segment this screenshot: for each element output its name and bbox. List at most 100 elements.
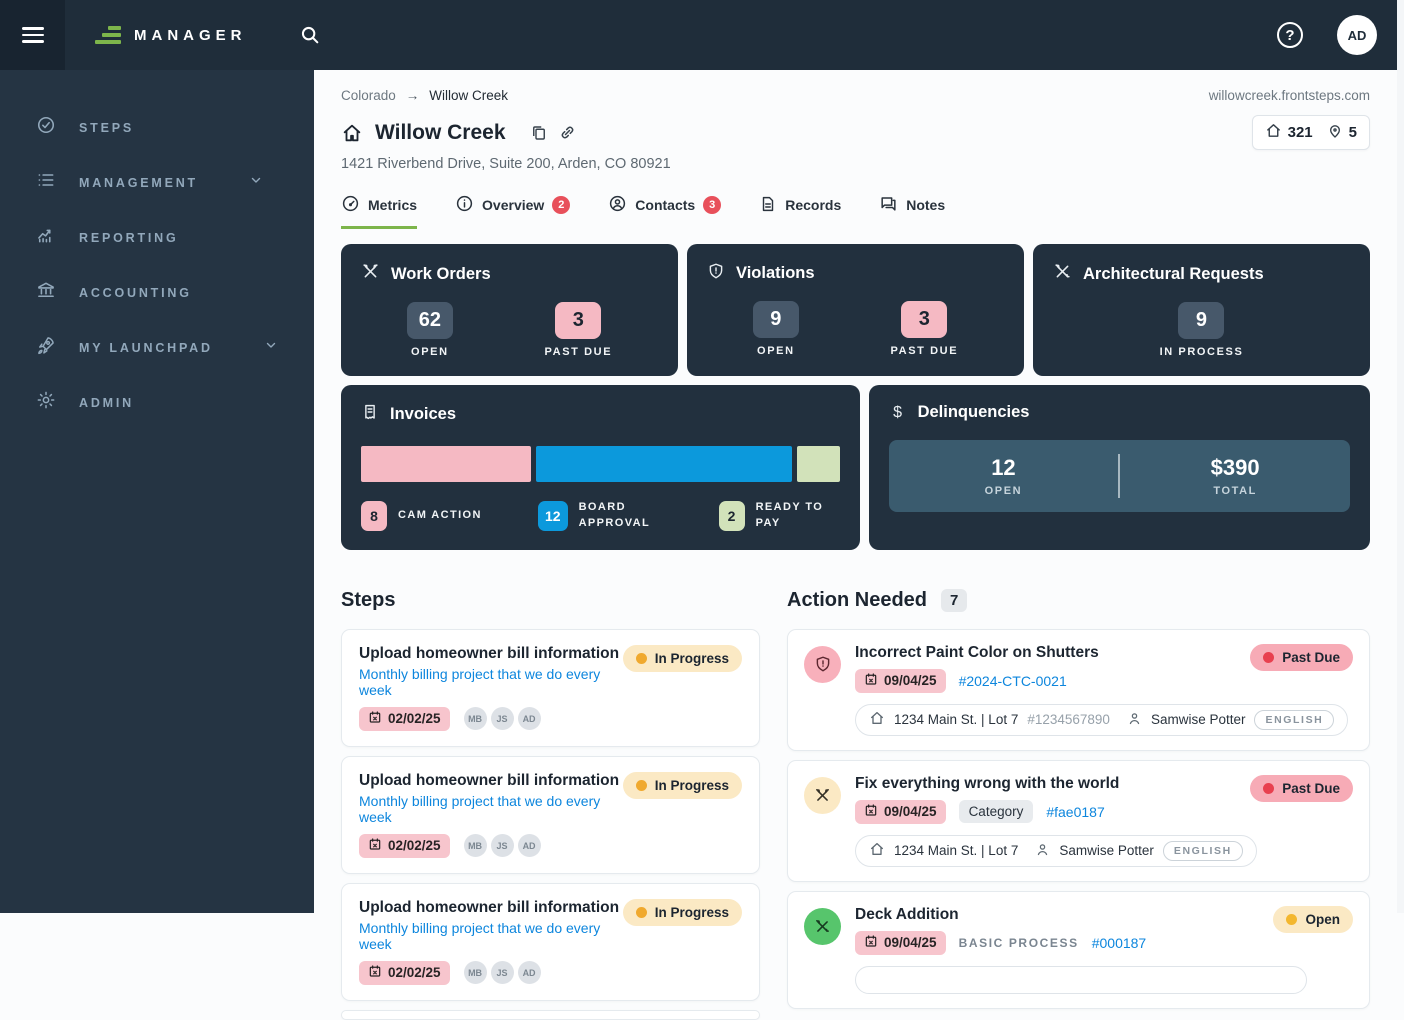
info-icon bbox=[455, 194, 474, 216]
action-card[interactable]: Fix everything wrong with the world 09/0… bbox=[787, 760, 1370, 882]
work-order-tools-icon bbox=[804, 777, 841, 814]
step-card[interactable]: Upload homeowner bill information Monthl… bbox=[341, 883, 760, 1001]
avatar: MB bbox=[464, 961, 487, 984]
delinquencies-panel: 12 OPEN $390 TOTAL bbox=[889, 440, 1350, 512]
person-name: Samwise Potter bbox=[1151, 712, 1246, 727]
calendar-icon bbox=[864, 803, 878, 820]
search-icon[interactable] bbox=[299, 24, 321, 46]
language-badge: ENGLISH bbox=[1254, 710, 1334, 730]
status-badge: In Progress bbox=[623, 899, 742, 926]
past-due-count: 3 bbox=[901, 301, 947, 338]
due-date-pill: 09/04/25 bbox=[855, 669, 946, 693]
tab-records[interactable]: Records bbox=[759, 194, 841, 229]
steps-heading: Steps bbox=[341, 589, 395, 612]
hamburger-menu-button[interactable] bbox=[0, 0, 65, 70]
property-info-pill[interactable]: 1234 Main St. | Lot 7 #1234567890 Samwis… bbox=[855, 704, 1348, 736]
avatar: JS bbox=[491, 834, 514, 857]
status-badge: Past Due bbox=[1250, 775, 1353, 802]
action-title: Incorrect Paint Color on Shutters bbox=[855, 644, 1099, 662]
avatar: AD bbox=[518, 707, 541, 730]
scrollbar-track[interactable] bbox=[1397, 0, 1404, 913]
reference-link[interactable]: #2024-CTC-0021 bbox=[959, 673, 1067, 689]
legend-item: 12 BOARD APPROVAL bbox=[538, 500, 663, 532]
dollar-icon: $ bbox=[889, 404, 907, 422]
breadcrumb-current[interactable]: Willow Creek bbox=[429, 88, 508, 103]
homes-count: 321 bbox=[1288, 124, 1313, 141]
step-project-link[interactable]: Monthly billing project that we do every… bbox=[359, 666, 623, 698]
bank-icon bbox=[36, 280, 56, 305]
document-icon bbox=[759, 195, 777, 216]
copy-icon[interactable] bbox=[530, 124, 548, 142]
legend-item: 8 CAM ACTION bbox=[361, 500, 482, 532]
tab-contacts[interactable]: Contacts 3 bbox=[608, 194, 721, 229]
step-card-partial[interactable] bbox=[341, 1010, 760, 1020]
user-avatar[interactable]: AD bbox=[1337, 15, 1377, 55]
action-card[interactable]: Deck Addition 09/04/25 BASIC PROCESS #00… bbox=[787, 891, 1370, 1009]
assignee-avatars: MB JS AD bbox=[464, 961, 541, 984]
invoices-card: Invoices 8 CAM ACTION 12 BOARD APPROVAL … bbox=[341, 385, 860, 550]
calendar-icon bbox=[368, 964, 382, 981]
legend-item: 2 READY TO PAY bbox=[719, 500, 840, 532]
architectural-requests-card: Architectural Requests 9 IN PROCESS bbox=[1033, 244, 1370, 376]
assignee-avatars: MB JS AD bbox=[464, 707, 541, 730]
main-content: Colorado → Willow Creek willowcreek.fron… bbox=[314, 70, 1397, 1020]
open-count: 9 bbox=[753, 301, 799, 338]
house-icon bbox=[869, 710, 885, 729]
step-card[interactable]: Upload homeowner bill information Monthl… bbox=[341, 756, 760, 874]
property-stats-pill[interactable]: 321 5 bbox=[1252, 115, 1370, 150]
sidebar-item-reporting[interactable]: REPORTING bbox=[0, 210, 314, 265]
sidebar-item-steps[interactable]: STEPS bbox=[0, 100, 314, 155]
step-project-link[interactable]: Monthly billing project that we do every… bbox=[359, 793, 623, 825]
tab-metrics[interactable]: Metrics bbox=[341, 194, 417, 229]
tab-overview[interactable]: Overview 2 bbox=[455, 194, 570, 229]
house-icon bbox=[1265, 122, 1282, 143]
person-name: Samwise Potter bbox=[1059, 843, 1154, 858]
due-date-pill: 09/04/25 bbox=[855, 800, 946, 824]
sidebar-item-management[interactable]: MANAGEMENT bbox=[0, 155, 314, 210]
portal-domain: willowcreek.frontsteps.com bbox=[1209, 88, 1370, 103]
sidebar-item-admin[interactable]: ADMIN bbox=[0, 375, 314, 430]
property-info-pill[interactable] bbox=[855, 966, 1307, 994]
location-pin-icon bbox=[1327, 123, 1343, 143]
address-text: 1234 Main St. | Lot 7 bbox=[894, 843, 1018, 858]
action-card[interactable]: Incorrect Paint Color on Shutters 09/04/… bbox=[787, 629, 1370, 751]
assignee-avatars: MB JS AD bbox=[464, 834, 541, 857]
invoices-stacked-bar bbox=[361, 446, 840, 482]
action-needed-section: Action Needed 7 Incorrect Paint Color on… bbox=[787, 586, 1370, 1020]
in-process-metric: 9 IN PROCESS bbox=[1160, 302, 1244, 358]
breadcrumb-parent[interactable]: Colorado bbox=[341, 88, 396, 103]
due-date-pill: 02/02/25 bbox=[359, 834, 450, 858]
calendar-icon bbox=[864, 934, 878, 951]
step-title: Upload homeowner bill information bbox=[359, 772, 623, 790]
step-title: Upload homeowner bill information bbox=[359, 899, 623, 917]
tab-bar: Metrics Overview 2 Contacts 3 Records No… bbox=[341, 194, 1370, 229]
past-due-count: 3 bbox=[555, 302, 601, 339]
step-project-link[interactable]: Monthly billing project that we do every… bbox=[359, 920, 623, 952]
sidebar-item-my-launchpad[interactable]: MY LAUNCHPAD bbox=[0, 320, 314, 375]
list-icon bbox=[36, 170, 56, 195]
category-pill: Category bbox=[959, 800, 1034, 823]
shield-alert-icon bbox=[707, 262, 725, 285]
gauge-icon bbox=[341, 194, 360, 216]
tab-notes[interactable]: Notes bbox=[879, 194, 945, 229]
property-info-pill[interactable]: 1234 Main St. | Lot 7 Samwise Potter ENG… bbox=[855, 835, 1257, 867]
property-address: 1421 Riverbend Drive, Suite 200, Arden, … bbox=[341, 156, 1370, 172]
link-icon[interactable] bbox=[558, 123, 577, 142]
status-badge: Past Due bbox=[1250, 644, 1353, 671]
step-card[interactable]: Upload homeowner bill information Monthl… bbox=[341, 629, 760, 747]
avatar: JS bbox=[491, 707, 514, 730]
gear-icon bbox=[36, 390, 56, 415]
status-badge: In Progress bbox=[623, 772, 742, 799]
steps-section: Steps Upload homeowner bill information … bbox=[341, 586, 760, 1020]
sidebar-item-accounting[interactable]: ACCOUNTING bbox=[0, 265, 314, 320]
rocket-icon bbox=[36, 335, 56, 360]
reference-link[interactable]: #000187 bbox=[1092, 935, 1147, 951]
past-due-metric: 3 PAST DUE bbox=[545, 302, 613, 358]
reference-link[interactable]: #fae0187 bbox=[1046, 804, 1104, 820]
help-icon[interactable]: ? bbox=[1277, 22, 1303, 48]
avatar: MB bbox=[464, 834, 487, 857]
account-number: #1234567890 bbox=[1027, 712, 1110, 727]
locations-count: 5 bbox=[1349, 124, 1357, 141]
avatar: AD bbox=[518, 834, 541, 857]
action-needed-heading: Action Needed bbox=[787, 589, 927, 612]
